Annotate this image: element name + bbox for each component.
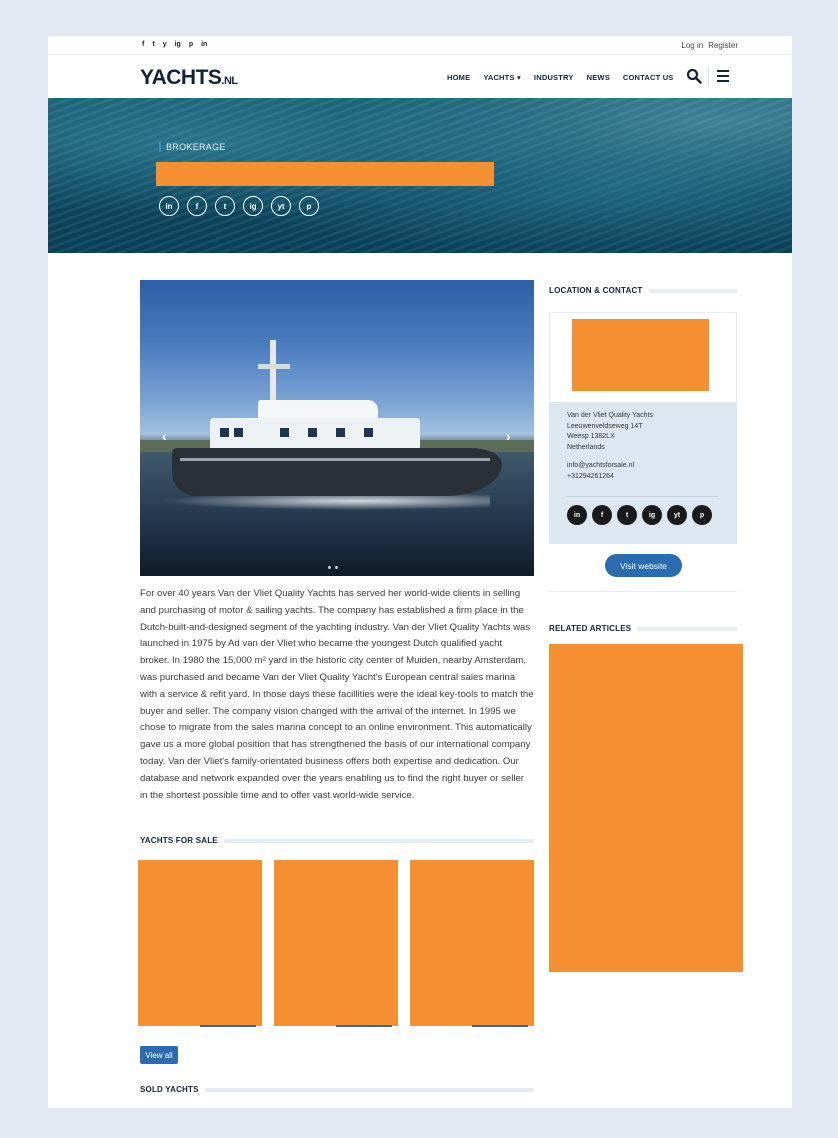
broker-street: Leeuwenveldseweg 14T bbox=[567, 422, 643, 430]
hero-banner: BROKERAGE in f t ig yt p bbox=[48, 98, 792, 253]
nav-item-contact[interactable]: CONTACT US bbox=[623, 73, 674, 82]
youtube-icon[interactable]: yt bbox=[667, 505, 687, 525]
page: f t y ig p in Log in Register YACHTS.NL … bbox=[48, 36, 792, 1108]
photo-window bbox=[308, 428, 317, 437]
nav-item-yachts[interactable]: YACHTS ▾ bbox=[483, 73, 521, 82]
facebook-icon[interactable]: f bbox=[592, 505, 612, 525]
location-contact-header: LOCATION & CONTACT bbox=[549, 286, 737, 295]
instagram-icon[interactable]: ig bbox=[642, 505, 662, 525]
hamburger-menu-icon[interactable] bbox=[717, 70, 729, 82]
facebook-icon[interactable]: f bbox=[142, 41, 144, 49]
hero-social-links: in f t ig yt p bbox=[159, 196, 319, 216]
pinterest-icon[interactable]: p bbox=[692, 505, 712, 525]
pinterest-icon[interactable]: p bbox=[299, 196, 319, 216]
broker-country: Netherlands bbox=[567, 443, 605, 451]
photo-bridge bbox=[258, 400, 378, 420]
broker-address: Van der Vliet Quality Yachts Leeuwenveld… bbox=[567, 411, 653, 453]
linkedin-icon[interactable]: in bbox=[567, 505, 587, 525]
yacht-card-redacted[interactable] bbox=[274, 860, 398, 1026]
yachts-for-sale-title: YACHTS FOR SALE bbox=[140, 836, 218, 845]
broker-logo-redacted bbox=[572, 319, 709, 391]
yacht-photo-carousel[interactable]: ‹ › bbox=[140, 280, 534, 576]
logo-suffix: .NL bbox=[221, 75, 238, 87]
card-underline bbox=[472, 1025, 528, 1027]
carousel-dots[interactable] bbox=[328, 566, 338, 569]
broker-name: Van der Vliet Quality Yachts bbox=[567, 412, 653, 419]
photo-hull bbox=[172, 448, 502, 496]
linkedin-icon[interactable]: in bbox=[201, 41, 207, 49]
top-social-links: f t y ig p in bbox=[142, 41, 207, 49]
nav-menu: HOME YACHTS ▾ INDUSTRY NEWS CONTACT US bbox=[447, 73, 674, 82]
card-underline bbox=[336, 1025, 392, 1027]
related-articles-redacted[interactable] bbox=[549, 644, 743, 972]
main-nav: YACHTS.NL HOME YACHTS ▾ INDUSTRY NEWS CO… bbox=[48, 56, 792, 98]
broker-city: Weesp 1382LX bbox=[567, 433, 615, 440]
linkedin-icon[interactable]: in bbox=[159, 196, 179, 216]
youtube-icon[interactable]: yt bbox=[271, 196, 291, 216]
photo-mast bbox=[270, 340, 276, 402]
broker-phone[interactable]: +31294261264 bbox=[567, 472, 634, 483]
sold-yachts-title: SOLD YACHTS bbox=[140, 1085, 199, 1094]
yachts-for-sale-header: YACHTS FOR SALE bbox=[140, 836, 534, 845]
hero-category-tag[interactable]: BROKERAGE bbox=[159, 142, 226, 152]
nav-divider bbox=[708, 68, 709, 86]
related-articles-header: RELATED ARTICLES bbox=[549, 624, 737, 633]
twitter-icon[interactable]: t bbox=[152, 41, 154, 49]
register-link[interactable]: Register bbox=[708, 41, 738, 50]
photo-window bbox=[364, 428, 373, 437]
photo-window bbox=[220, 428, 229, 437]
twitter-icon[interactable]: t bbox=[215, 196, 235, 216]
facebook-icon[interactable]: f bbox=[187, 196, 207, 216]
logo-text: YACHTS bbox=[140, 66, 222, 89]
sidebar-divider bbox=[549, 591, 737, 592]
search-icon[interactable] bbox=[686, 68, 702, 84]
sold-yachts-header: SOLD YACHTS bbox=[140, 1085, 534, 1094]
instagram-icon[interactable]: ig bbox=[243, 196, 263, 216]
broker-email[interactable]: info@yachtsforsale.nl bbox=[567, 461, 634, 472]
photo-hull-stripe bbox=[180, 458, 490, 461]
nav-item-news[interactable]: NEWS bbox=[587, 73, 610, 82]
nav-item-home[interactable]: HOME bbox=[447, 73, 470, 82]
location-contact-title: LOCATION & CONTACT bbox=[549, 286, 643, 295]
site-logo[interactable]: YACHTS.NL bbox=[140, 66, 238, 90]
photo-window bbox=[280, 428, 289, 437]
contact-divider bbox=[567, 496, 719, 497]
photo-window bbox=[234, 428, 243, 437]
visit-website-button[interactable]: Visit website bbox=[605, 554, 682, 577]
instagram-icon[interactable]: ig bbox=[175, 41, 181, 49]
company-description: For over 40 years Van der Vliet Quality … bbox=[140, 588, 534, 801]
yacht-card-redacted[interactable] bbox=[138, 860, 262, 1026]
twitter-icon[interactable]: t bbox=[617, 505, 637, 525]
carousel-prev-icon[interactable]: ‹ bbox=[162, 428, 167, 444]
broker-social-links: in f t ig yt p bbox=[567, 505, 712, 525]
nav-item-industry[interactable]: INDUSTRY bbox=[534, 73, 574, 82]
auth-links: Log in Register bbox=[681, 41, 738, 50]
yacht-card-redacted[interactable] bbox=[410, 860, 534, 1026]
photo-radar bbox=[258, 364, 290, 369]
pinterest-icon[interactable]: p bbox=[189, 41, 193, 49]
carousel-next-icon[interactable]: › bbox=[506, 428, 511, 444]
top-strip: f t y ig p in Log in Register bbox=[48, 36, 792, 55]
view-all-button[interactable]: View all bbox=[140, 1046, 178, 1064]
broker-contact-details: info@yachtsforsale.nl +31294261264 bbox=[567, 461, 634, 482]
card-underline bbox=[200, 1025, 256, 1027]
youtube-icon[interactable]: y bbox=[163, 41, 167, 49]
photo-window bbox=[336, 428, 345, 437]
hero-title-redacted bbox=[156, 162, 494, 186]
related-articles-title: RELATED ARTICLES bbox=[549, 624, 632, 633]
login-link[interactable]: Log in bbox=[681, 41, 703, 50]
